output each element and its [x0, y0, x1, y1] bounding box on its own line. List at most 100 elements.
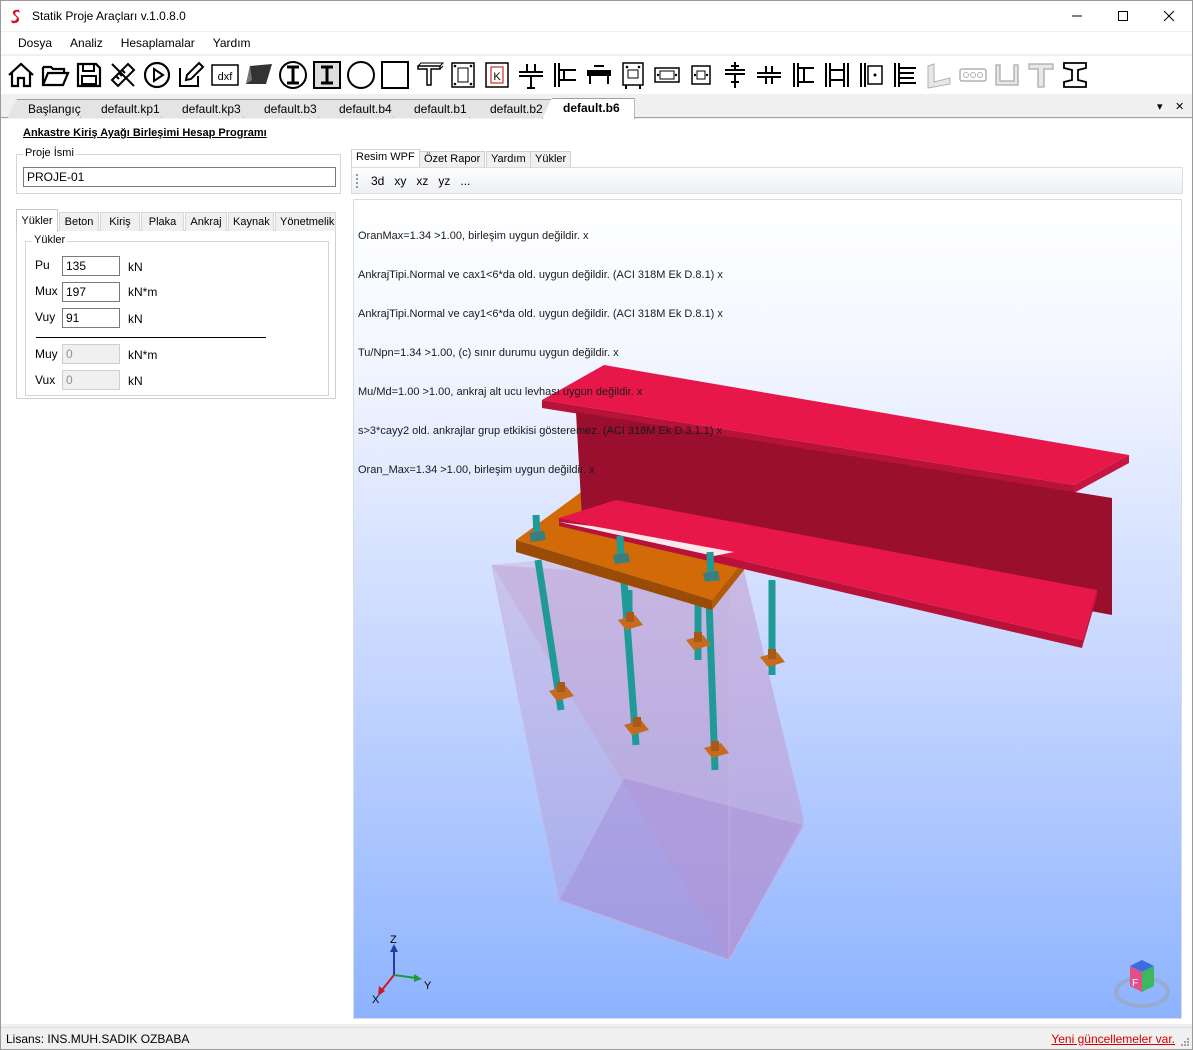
- tab-plaka[interactable]: Plaka: [141, 212, 184, 231]
- pu-input[interactable]: [62, 256, 120, 276]
- moment-connection-button[interactable]: [786, 57, 820, 93]
- close-icon: [1163, 10, 1175, 22]
- ruler-pencil-icon: [110, 62, 136, 88]
- tab-yardim[interactable]: Yardım: [486, 151, 531, 168]
- web-plate-button[interactable]: [684, 57, 718, 93]
- beam-end-plate-button[interactable]: [548, 57, 582, 93]
- bolt-group-button[interactable]: [956, 57, 990, 93]
- maximize-button[interactable]: [1100, 1, 1146, 31]
- double-column-icon: [825, 63, 849, 87]
- tee-icon: [1028, 63, 1054, 88]
- tab-ankraj[interactable]: Ankraj: [185, 212, 227, 231]
- project-name-input[interactable]: [23, 167, 336, 187]
- channel-button[interactable]: [990, 57, 1024, 93]
- tab-ozet-rapor[interactable]: Özet Rapor: [419, 151, 486, 168]
- column-base-k-button[interactable]: K: [480, 57, 514, 93]
- view-3d-button[interactable]: 3d: [366, 174, 389, 188]
- minimize-button[interactable]: [1054, 1, 1100, 31]
- axis-z-label: Z: [390, 934, 397, 946]
- updates-link[interactable]: Yeni güncellemeler var.: [1051, 1032, 1175, 1046]
- axis-y-label: Y: [424, 980, 432, 992]
- double-angle-button[interactable]: [752, 57, 786, 93]
- save-button[interactable]: [72, 57, 106, 93]
- doc-tab-b3[interactable]: default.b3: [243, 99, 332, 118]
- close-window-button[interactable]: [1146, 1, 1192, 31]
- pu-unit: kN: [128, 260, 143, 274]
- t-section-button[interactable]: [412, 57, 446, 93]
- view-yz-button[interactable]: yz: [433, 174, 455, 188]
- tab-list-dropdown-icon[interactable]: ▾: [1157, 100, 1163, 113]
- stiffener-button[interactable]: [888, 57, 922, 93]
- i-section-circle-button[interactable]: [276, 57, 310, 93]
- bolt-plate-button[interactable]: [616, 57, 650, 93]
- menu-dosya[interactable]: Dosya: [9, 32, 61, 54]
- edit-button[interactable]: [174, 57, 208, 93]
- svg-text:K: K: [493, 71, 501, 83]
- minimize-icon: [1072, 15, 1082, 17]
- tab-yukler[interactable]: Yükler: [16, 209, 58, 232]
- dxf-button[interactable]: dxf: [208, 57, 242, 93]
- 3d-viewport[interactable]: Z Y X F OranMax=1.34 >1.00, birleşim uyg…: [353, 199, 1182, 1019]
- view-xy-button[interactable]: xy: [389, 174, 411, 188]
- shear-tab-button[interactable]: [718, 57, 752, 93]
- mux-input[interactable]: [62, 282, 120, 302]
- tab-beton[interactable]: Beton: [59, 212, 99, 231]
- i-beam-button[interactable]: [1058, 57, 1092, 93]
- design-button[interactable]: [106, 57, 140, 93]
- main-toolbar: dxf K: [1, 56, 1192, 94]
- open-folder-icon: [41, 65, 70, 87]
- open-button[interactable]: [38, 57, 72, 93]
- flange-plate-button[interactable]: [650, 57, 684, 93]
- splice-button[interactable]: [582, 57, 616, 93]
- doc-tab-b6[interactable]: default.b6: [542, 98, 635, 119]
- message-line: AnkrajTipi.Normal ve cay1<6*da old. uygu…: [358, 308, 723, 320]
- tab-resim-wpf[interactable]: Resim WPF: [351, 149, 420, 168]
- tab-yonetmelik[interactable]: Yönetmelik: [275, 212, 336, 231]
- base-plate-button[interactable]: [446, 57, 480, 93]
- svg-text:dxf: dxf: [218, 71, 234, 83]
- menu-hesaplamalar[interactable]: Hesaplamalar: [112, 32, 204, 54]
- doc-tab-kp3[interactable]: default.kp3: [161, 99, 256, 118]
- bracket-plate-button[interactable]: [854, 57, 888, 93]
- doc-tab-kp1[interactable]: default.kp1: [80, 99, 175, 118]
- moment-connection-icon: [793, 63, 814, 87]
- dxf-icon: dxf: [211, 64, 239, 86]
- doc-tab-b1[interactable]: default.b1: [393, 99, 482, 118]
- resize-grip-icon[interactable]: [1179, 1036, 1190, 1047]
- shear-tab-icon: [725, 62, 745, 88]
- i-section-square-icon: [313, 61, 341, 89]
- tab-kaynak[interactable]: Kaynak: [228, 212, 274, 231]
- home-button[interactable]: [4, 57, 38, 93]
- view-toolbar: 3d xy xz yz ...: [351, 167, 1183, 194]
- angle-button[interactable]: [922, 57, 956, 93]
- message-line: AnkrajTipi.Normal ve cax1<6*da old. uygu…: [358, 269, 723, 281]
- menu-bar: Dosya Analiz Hesaplamalar Yardım: [1, 32, 1192, 54]
- base-plate-icon: [451, 62, 475, 88]
- view-cube-face-label: F: [1132, 978, 1138, 989]
- beam-column-button[interactable]: [514, 57, 548, 93]
- i-section-circle-icon: [279, 61, 307, 89]
- tee-button[interactable]: [1024, 57, 1058, 93]
- document-tab-strip: Başlangıç default.kp1 default.kp3 defaul…: [1, 96, 1192, 119]
- loads-group-label: Yükler: [32, 234, 68, 246]
- tab-kiris[interactable]: Kiriş: [100, 212, 140, 231]
- doc-tab-b4[interactable]: default.b4: [318, 99, 407, 118]
- menu-yardim[interactable]: Yardım: [204, 32, 260, 54]
- run-button[interactable]: [140, 57, 174, 93]
- view-more-button[interactable]: ...: [455, 174, 475, 188]
- window-title: Statik Proje Araçları v.1.0.8.0: [32, 9, 186, 23]
- view-cube[interactable]: F: [1114, 960, 1170, 1008]
- i-section-square-button[interactable]: [310, 57, 344, 93]
- message-line: s>3*cayy2 old. ankrajlar grup etkikisi g…: [358, 425, 723, 437]
- plate-3d-button[interactable]: [242, 57, 276, 93]
- close-tab-icon[interactable]: ✕: [1175, 100, 1184, 113]
- view-xz-button[interactable]: xz: [411, 174, 433, 188]
- axis-x-label: X: [372, 994, 380, 1006]
- menu-analiz[interactable]: Analiz: [61, 32, 112, 54]
- double-column-button[interactable]: [820, 57, 854, 93]
- square-section-button[interactable]: [378, 57, 412, 93]
- vuy-input[interactable]: [62, 308, 120, 328]
- tab-yukler-output[interactable]: Yükler: [530, 151, 572, 168]
- circle-section-button[interactable]: [344, 57, 378, 93]
- toolbar-grip[interactable]: [356, 173, 360, 188]
